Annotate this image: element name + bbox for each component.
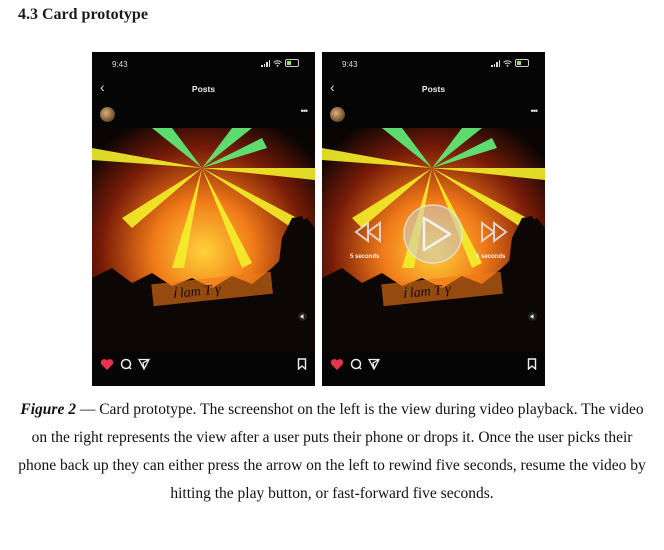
comment-icon[interactable] <box>350 358 362 370</box>
status-bar: 9:43 <box>322 52 545 74</box>
rewind-label: 5 seconds <box>350 254 380 260</box>
status-time: 9:43 <box>342 60 358 69</box>
action-bar <box>92 354 315 380</box>
signal-icon <box>491 59 500 67</box>
volume-icon[interactable] <box>298 312 307 321</box>
wifi-icon <box>503 59 512 67</box>
status-bar: 9:43 <box>92 52 315 74</box>
play-icon[interactable] <box>403 204 463 264</box>
heart-icon[interactable] <box>330 358 344 371</box>
action-bar <box>322 354 545 380</box>
status-time: 9:43 <box>112 60 128 69</box>
signal-icon <box>261 59 270 67</box>
section-heading: 4.3 Card prototype <box>18 6 148 23</box>
nav-title: Posts <box>191 84 216 94</box>
post-header: ••• <box>322 104 545 126</box>
battery-icon <box>285 59 299 67</box>
more-icon[interactable]: ••• <box>531 106 539 116</box>
nav-bar: ‹ Posts <box>322 78 545 100</box>
bookmark-icon[interactable] <box>297 358 307 370</box>
concert-video[interactable]: ⅰ lam T γ <box>92 128 315 386</box>
status-icons <box>491 59 529 67</box>
forward-label: 5 seconds <box>476 254 506 260</box>
battery-icon <box>515 59 529 67</box>
concert-video[interactable]: ⅰ lam T γ 5 seconds 5 seconds <box>322 128 545 386</box>
more-icon[interactable]: ••• <box>301 106 309 116</box>
share-icon[interactable] <box>368 358 380 370</box>
figure-caption-text: — Card prototype. The screenshot on the … <box>18 401 646 502</box>
figure-label: Figure 2 <box>20 401 76 418</box>
heart-icon[interactable] <box>100 358 114 371</box>
nav-bar: ‹ Posts <box>92 78 315 100</box>
status-icons <box>261 59 299 67</box>
share-icon[interactable] <box>138 358 150 370</box>
comment-icon[interactable] <box>120 358 132 370</box>
volume-icon[interactable] <box>528 312 537 321</box>
nav-title: Posts <box>421 84 446 94</box>
wifi-icon <box>273 59 282 67</box>
phone-screenshot-playback: 9:43 ‹ Posts ••• ⅰ lam T γ <box>92 52 315 386</box>
figure-caption: Figure 2 — Card prototype. The screensho… <box>14 396 650 508</box>
avatar[interactable] <box>330 107 345 122</box>
phone-screenshot-paused: 9:43 ‹ Posts ••• ⅰ lam T γ 5 seconds 5 s… <box>322 52 545 386</box>
bookmark-icon[interactable] <box>527 358 537 370</box>
post-header: ••• <box>92 104 315 126</box>
avatar[interactable] <box>100 107 115 122</box>
